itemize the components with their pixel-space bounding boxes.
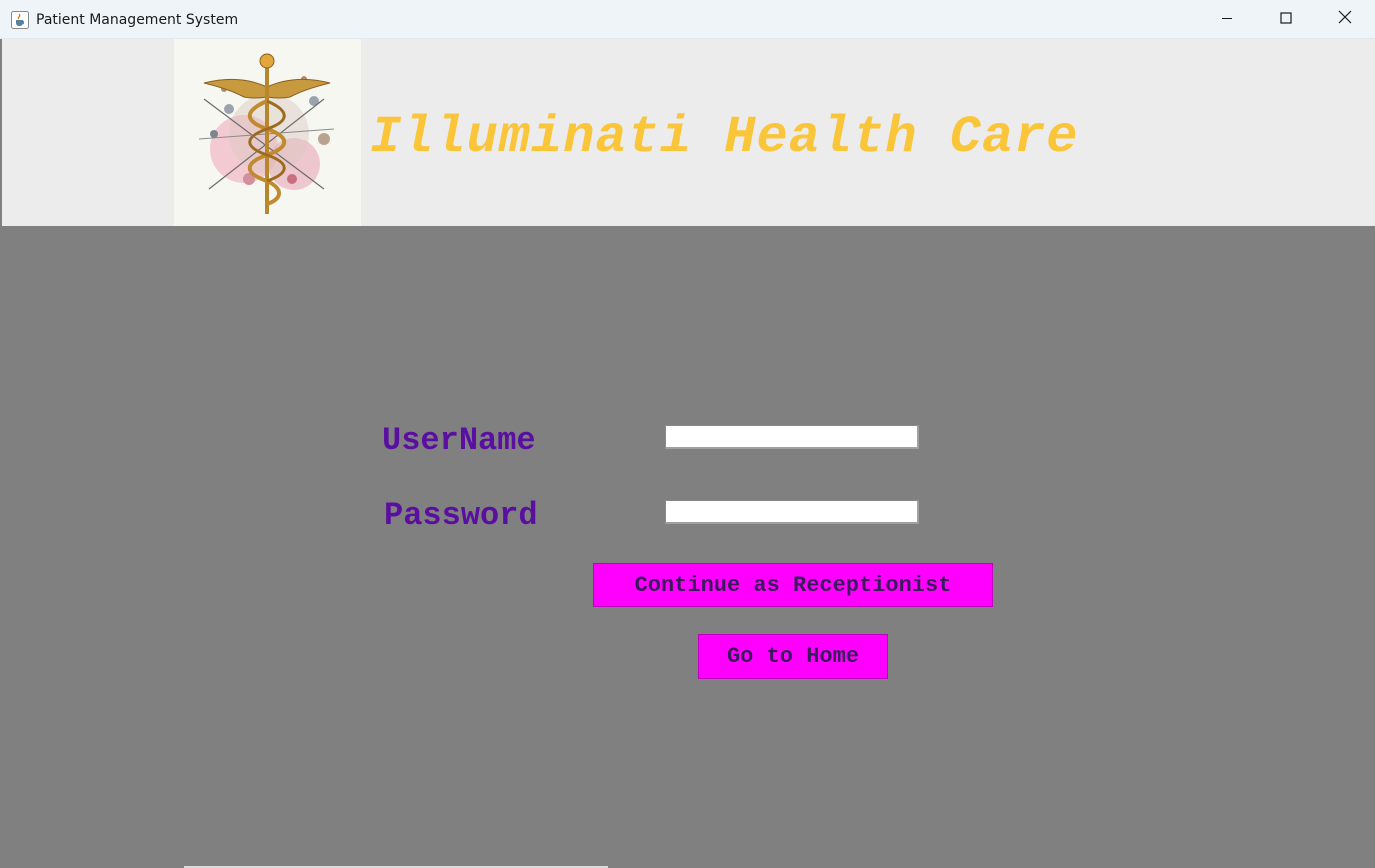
- maximize-button[interactable]: [1257, 0, 1315, 39]
- close-button[interactable]: [1316, 0, 1374, 39]
- java-cup-icon: [11, 11, 29, 29]
- window-title: Patient Management System: [36, 12, 239, 28]
- go-to-home-button[interactable]: Go to Home: [698, 634, 888, 679]
- minimize-button[interactable]: [1198, 0, 1256, 39]
- maximize-icon: [1280, 11, 1292, 29]
- minimize-icon: [1221, 11, 1233, 29]
- window-titlebar: Patient Management System: [0, 0, 1375, 39]
- login-panel: [2, 226, 1375, 868]
- password-label: Password: [384, 497, 538, 534]
- username-input[interactable]: [665, 425, 919, 449]
- username-label: UserName: [382, 422, 536, 459]
- continue-as-receptionist-button[interactable]: Continue as Receptionist: [593, 563, 993, 607]
- brand-title: Illuminati Health Care: [370, 108, 1079, 167]
- close-icon: [1338, 10, 1352, 29]
- caduceus-logo: [174, 39, 361, 226]
- password-input[interactable]: [665, 500, 919, 524]
